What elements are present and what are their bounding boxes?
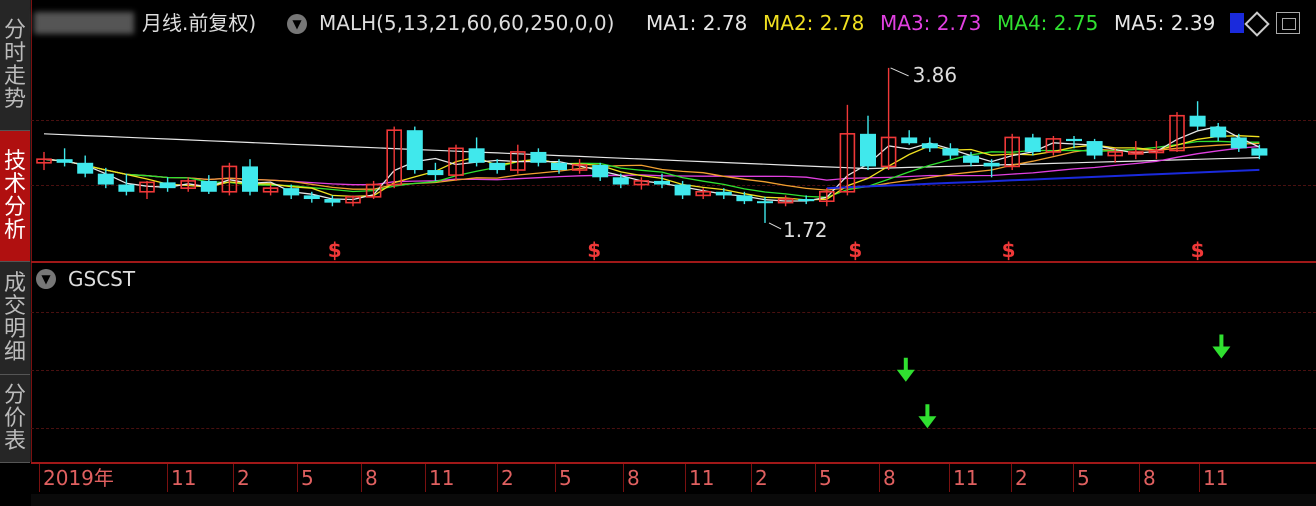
high-marker [890, 67, 909, 77]
time-tick-label: 5 [559, 466, 572, 490]
time-tick-label: 11 [953, 466, 979, 490]
candle-body [1066, 138, 1082, 142]
candle-body [1230, 137, 1247, 149]
tick-separator [1139, 464, 1140, 492]
bottom-info-row [31, 494, 1316, 506]
time-tick-label: 2 [755, 466, 768, 490]
tick-separator [949, 464, 950, 492]
ma5-line [826, 168, 1260, 190]
candle-body [901, 137, 918, 144]
tick-separator [555, 464, 556, 492]
time-tick-label: 8 [365, 466, 378, 490]
time-tick-label: 5 [1077, 466, 1090, 490]
time-tick-label: 5 [301, 466, 314, 490]
time-tick-label: 2 [1015, 466, 1028, 490]
candle-body [118, 184, 135, 192]
tick-separator [1011, 464, 1012, 492]
candle-body [551, 162, 567, 171]
candle-body [1251, 148, 1268, 156]
candle-body [654, 180, 670, 185]
time-tick-label: 11 [689, 466, 715, 490]
collapse-sub-chart-button[interactable]: ▼ [36, 269, 56, 289]
signal-marker: $ [1002, 238, 1016, 262]
tick-separator [879, 464, 880, 492]
candle-body [757, 201, 773, 204]
candle-body [303, 195, 320, 200]
time-tick-label: 5 [819, 466, 832, 490]
candle-body [983, 162, 1000, 167]
candle-body [1189, 115, 1206, 127]
time-tick-label: 2019年 [43, 466, 114, 490]
candlestick-chart: 3.86 1.72 $ $ $ $ $ [36, 63, 1268, 429]
candle-body [715, 191, 732, 196]
time-tick-label: 8 [1143, 466, 1156, 490]
tick-separator [361, 464, 362, 492]
candle-body [427, 170, 444, 176]
candle-body [468, 148, 485, 163]
sell-arrow-head [918, 416, 937, 429]
candle-body [200, 180, 217, 192]
candle-body [860, 133, 876, 167]
tick-separator [623, 464, 624, 492]
candle-body [77, 162, 94, 174]
candle-body [921, 143, 938, 149]
tick-separator [167, 464, 168, 492]
candle-body [674, 184, 691, 196]
candle-body [798, 199, 815, 202]
sell-arrow-head [1212, 346, 1231, 359]
time-tick-label: 11 [1203, 466, 1229, 490]
time-axis: 2019年 11 2 5 8 11 2 5 8 11 2 5 8 11 2 5 8 11 [31, 464, 1316, 492]
candle-body [324, 199, 341, 203]
time-tick-label: 11 [429, 466, 455, 490]
candle-body [242, 166, 258, 192]
candle-body [736, 195, 753, 202]
tick-separator [425, 464, 426, 492]
tick-separator [497, 464, 498, 492]
candle-body [406, 130, 423, 171]
tick-separator [815, 464, 816, 492]
candle-body [1024, 137, 1041, 152]
candle-body [1210, 126, 1227, 138]
signal-marker: $ [848, 238, 862, 262]
high-price-label: 3.86 [913, 63, 958, 87]
candle-body [1086, 141, 1103, 156]
time-tick-label: 2 [237, 466, 250, 490]
sub-chart-title[interactable]: GSCST [68, 266, 135, 292]
candle-body [97, 173, 114, 185]
time-tick-label: 2 [501, 466, 514, 490]
low-marker [768, 222, 782, 230]
signal-marker: $ [328, 238, 342, 262]
candle-body [530, 151, 547, 163]
tick-separator [39, 464, 40, 492]
tick-separator [751, 464, 752, 492]
time-tick-label: 8 [883, 466, 896, 490]
sell-arrow-head [896, 369, 915, 382]
candle-body [489, 162, 506, 171]
candle-body [942, 148, 959, 156]
ma1-line [43, 125, 1260, 202]
candle-body [283, 188, 300, 196]
low-price-label: 1.72 [783, 218, 828, 242]
stock-chart-app: 分时走势 技术分析 成交明细 分价表 月线.前复权) ▼ MALH(5,13,2… [0, 0, 1316, 506]
candle-body [592, 164, 609, 178]
candle-body [963, 155, 979, 163]
candle-body [159, 182, 176, 189]
tick-separator [685, 464, 686, 492]
tick-separator [233, 464, 234, 492]
tick-separator [1199, 464, 1200, 492]
candle-body [612, 177, 629, 185]
signal-marker: $ [587, 238, 601, 262]
signal-marker: $ [1191, 238, 1205, 262]
tick-separator [297, 464, 298, 492]
candle-body [56, 159, 73, 163]
time-tick-label: 8 [627, 466, 640, 490]
time-tick-label: 11 [171, 466, 197, 490]
tick-separator [1073, 464, 1074, 492]
